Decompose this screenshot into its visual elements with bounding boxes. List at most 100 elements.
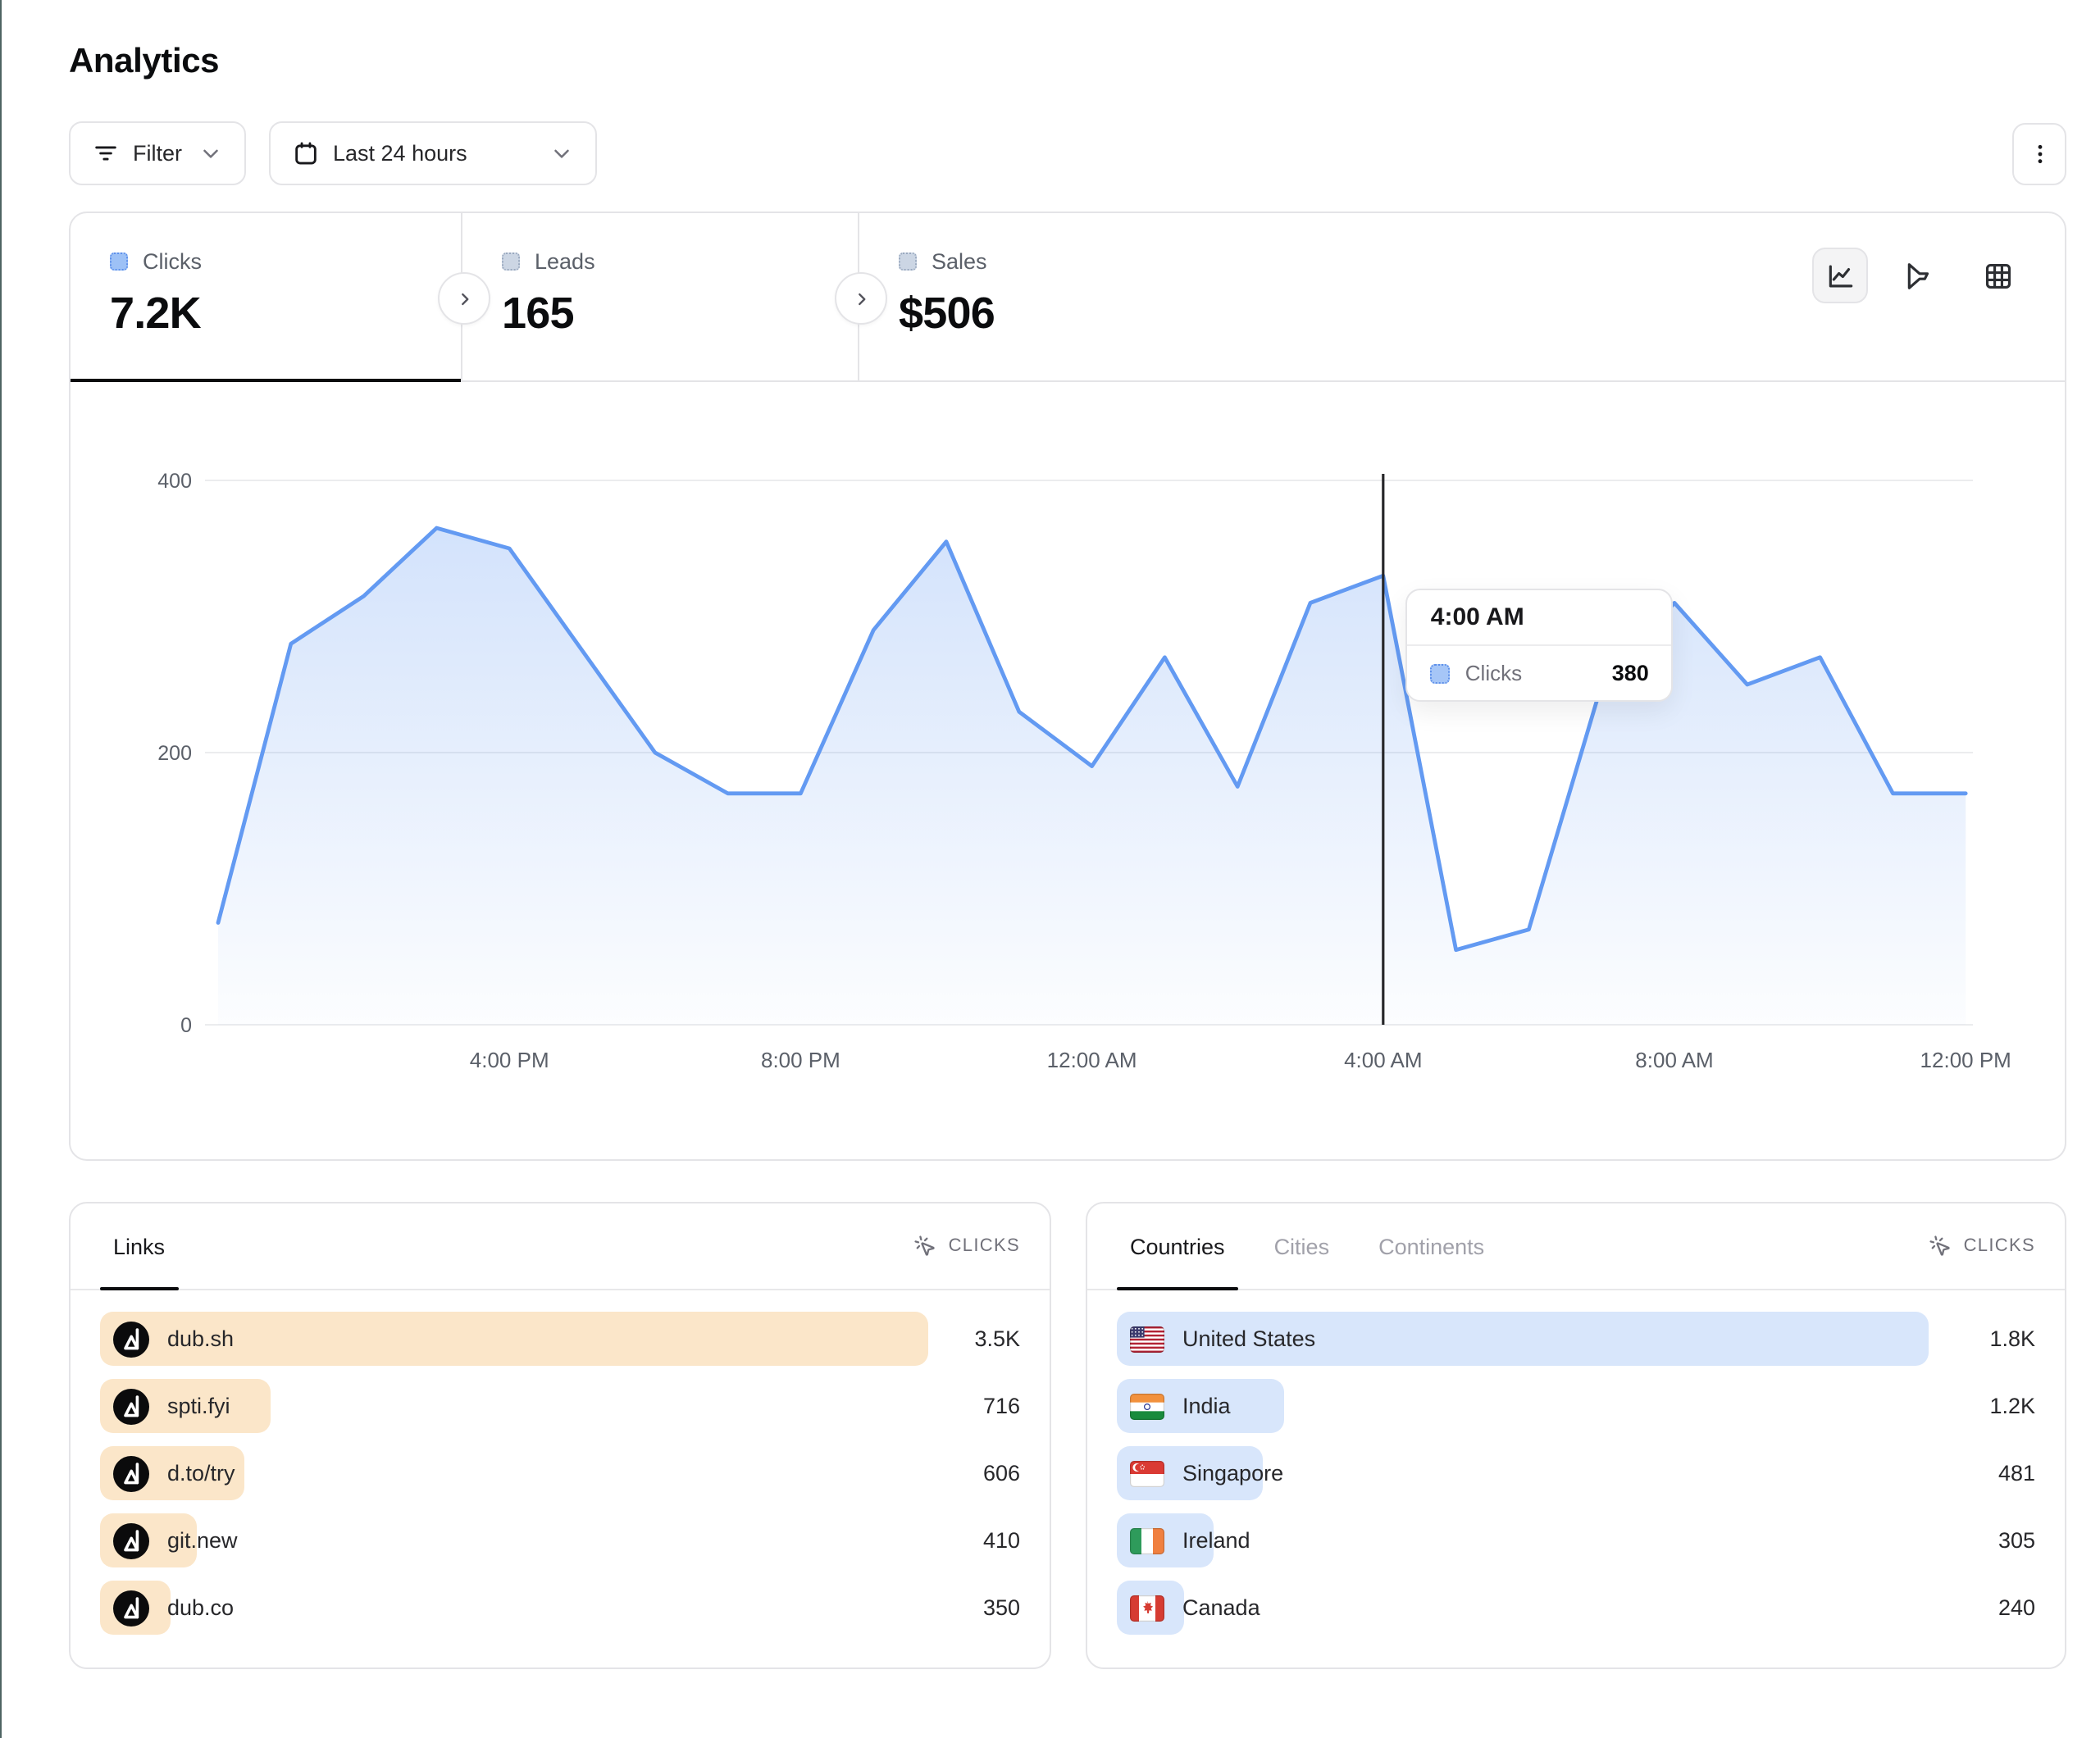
country-row[interactable]: Ireland 305 xyxy=(1117,1513,2035,1567)
link-clicks-value: 3.5K xyxy=(974,1326,1020,1351)
in-flag-icon xyxy=(1130,1393,1164,1419)
link-row[interactable]: dub.co 350 xyxy=(100,1581,1020,1635)
link-row[interactable]: git.new 410 xyxy=(100,1513,1020,1567)
tab-cities[interactable]: Cities xyxy=(1271,1203,1333,1289)
line-chart-view-button[interactable] xyxy=(1812,248,1868,303)
country-row[interactable]: India 1.2K xyxy=(1117,1379,2035,1433)
ie-flag-icon xyxy=(1130,1527,1164,1554)
date-range-button[interactable]: Last 24 hours xyxy=(269,121,597,185)
us-flag-icon xyxy=(1130,1326,1164,1352)
tooltip-time: 4:00 AM xyxy=(1408,590,1672,646)
dub-logo-icon xyxy=(113,1590,149,1626)
chevron-right-icon xyxy=(850,288,872,309)
country-clicks-value: 1.2K xyxy=(1989,1394,2035,1418)
country-label: Singapore xyxy=(1182,1461,1283,1485)
link-label: spti.fyi xyxy=(167,1394,230,1418)
kebab-icon xyxy=(2026,140,2052,166)
expand-leads-button[interactable] xyxy=(835,272,887,325)
svg-text:12:00 PM: 12:00 PM xyxy=(1920,1048,2011,1072)
link-label: dub.sh xyxy=(167,1326,234,1351)
link-label: git.new xyxy=(167,1528,238,1553)
country-clicks-value: 305 xyxy=(1998,1528,2035,1553)
link-clicks-value: 606 xyxy=(983,1461,1020,1485)
svg-text:400: 400 xyxy=(157,470,192,493)
link-clicks-value: 716 xyxy=(983,1394,1020,1418)
sg-flag-icon xyxy=(1130,1460,1164,1486)
chart-view-toggles xyxy=(1812,248,2025,303)
metric-label: Clicks xyxy=(143,249,202,274)
clicks-swatch-icon xyxy=(1431,663,1451,683)
svg-text:200: 200 xyxy=(157,742,192,765)
clicks-value: 7.2K xyxy=(110,289,461,339)
country-label: United States xyxy=(1182,1326,1315,1351)
dub-logo-icon xyxy=(113,1522,149,1558)
link-clicks-value: 410 xyxy=(983,1528,1020,1553)
country-row[interactable]: Singapore 481 xyxy=(1117,1446,2035,1500)
country-label: India xyxy=(1182,1394,1231,1418)
leads-value: 165 xyxy=(502,289,858,339)
geo-tabs: Countries Cities Continents xyxy=(1127,1203,1487,1289)
chevron-right-icon xyxy=(453,288,475,309)
metric-tabs: Clicks 7.2K Leads 165 Sales $506 xyxy=(71,213,2065,382)
tab-links[interactable]: Links xyxy=(110,1203,168,1289)
link-row[interactable]: d.to/try 606 xyxy=(100,1446,1020,1500)
geo-panel: Countries Cities Continents CLICKS United … xyxy=(1086,1202,2066,1669)
countries-list: United States 1.8K India 1.2K Singapore … xyxy=(1087,1290,2065,1635)
country-label: Canada xyxy=(1182,1595,1260,1620)
filter-icon xyxy=(92,139,120,167)
country-clicks-value: 481 xyxy=(1998,1461,2035,1485)
links-panel: Links CLICKS dub.sh 3.5K spti. xyxy=(69,1202,1051,1669)
links-list: dub.sh 3.5K spti.fyi 716 d.to/try 606 gi… xyxy=(71,1290,1050,1635)
country-clicks-value: 1.8K xyxy=(1989,1326,2035,1351)
sales-value: $506 xyxy=(899,289,1351,339)
chart-tooltip: 4:00 AM Clicks 380 xyxy=(1406,589,1674,702)
more-options-button[interactable] xyxy=(2012,122,2066,184)
svg-text:8:00 AM: 8:00 AM xyxy=(1635,1048,1713,1072)
clicks-swatch-icon xyxy=(110,253,128,271)
funnel-view-button[interactable] xyxy=(1891,248,1947,303)
tab-continents[interactable]: Continents xyxy=(1375,1203,1487,1289)
tab-leads[interactable]: Leads 165 xyxy=(462,213,859,380)
dub-logo-icon xyxy=(113,1321,149,1357)
tooltip-value: 380 xyxy=(1612,661,1649,685)
page-title: Analytics xyxy=(69,43,2066,82)
funnel-icon xyxy=(1903,260,1934,291)
metric-label: Leads xyxy=(535,249,595,274)
cursor-click-icon xyxy=(914,1235,937,1258)
date-range-label: Last 24 hours xyxy=(333,141,467,166)
tab-clicks[interactable]: Clicks 7.2K xyxy=(71,213,462,380)
country-label: Ireland xyxy=(1182,1528,1250,1553)
svg-text:0: 0 xyxy=(180,1014,192,1037)
tooltip-series-label: Clicks xyxy=(1465,661,1522,685)
filter-button-label: Filter xyxy=(133,141,182,166)
metric-header-label: CLICKS xyxy=(1964,1236,2035,1256)
clicks-chart[interactable]: 02004004:00 PM8:00 PM12:00 AM4:00 AM8:00… xyxy=(71,382,2065,1159)
window-edge xyxy=(0,0,2,1738)
link-label: d.to/try xyxy=(167,1461,235,1485)
dub-logo-icon xyxy=(113,1455,149,1491)
cursor-click-icon xyxy=(1929,1235,1952,1258)
country-row[interactable]: Canada 240 xyxy=(1117,1581,2035,1635)
ca-flag-icon xyxy=(1130,1595,1164,1621)
svg-text:8:00 PM: 8:00 PM xyxy=(761,1048,840,1072)
filter-button[interactable]: Filter xyxy=(69,121,246,185)
svg-text:4:00 PM: 4:00 PM xyxy=(470,1048,549,1072)
sales-swatch-icon xyxy=(899,253,917,271)
link-label: dub.co xyxy=(167,1595,234,1620)
tab-sales[interactable]: Sales $506 xyxy=(859,213,1351,380)
metric-label: Sales xyxy=(932,249,987,274)
svg-text:4:00 AM: 4:00 AM xyxy=(1344,1048,1422,1072)
expand-clicks-button[interactable] xyxy=(438,272,490,325)
table-view-button[interactable] xyxy=(1970,248,2025,303)
metric-header-label: CLICKS xyxy=(949,1236,1020,1256)
link-row[interactable]: dub.sh 3.5K xyxy=(100,1312,1020,1366)
area-chart-svg: 02004004:00 PM8:00 PM12:00 AM4:00 AM8:00… xyxy=(110,448,2029,1136)
analytics-chart-card: Clicks 7.2K Leads 165 Sales $506 xyxy=(69,212,2066,1161)
country-row[interactable]: United States 1.8K xyxy=(1117,1312,2035,1366)
country-clicks-value: 240 xyxy=(1998,1595,2035,1620)
grid-icon xyxy=(1982,260,2013,291)
link-row[interactable]: spti.fyi 716 xyxy=(100,1379,1020,1433)
dub-logo-icon xyxy=(113,1388,149,1424)
line-chart-icon xyxy=(1824,260,1856,291)
tab-countries[interactable]: Countries xyxy=(1127,1203,1228,1289)
